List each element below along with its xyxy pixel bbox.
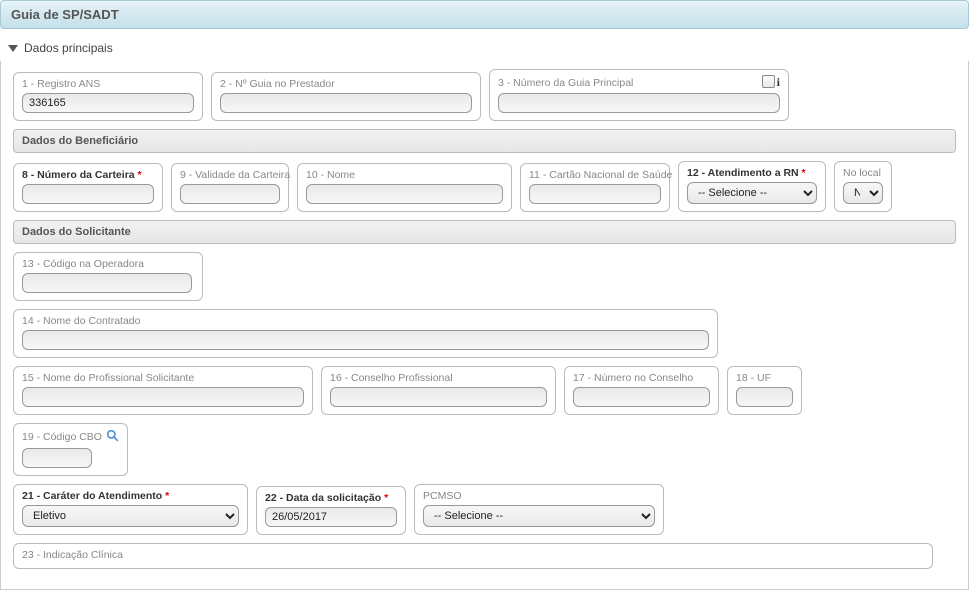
label-carater-atendimento: 21 - Caráter do Atendimento * bbox=[22, 490, 239, 502]
input-guia-prestador[interactable] bbox=[220, 93, 472, 113]
chevron-down-icon bbox=[8, 45, 18, 52]
input-numero-carteira[interactable] bbox=[22, 184, 154, 204]
select-atendimento-rn[interactable]: -- Selecione -- bbox=[687, 182, 817, 204]
input-nome[interactable] bbox=[306, 184, 503, 204]
label-validade-carteira: 9 - Validade da Carteira bbox=[180, 169, 280, 181]
label-uf: 18 - UF bbox=[736, 372, 793, 384]
input-numero-conselho[interactable] bbox=[573, 387, 710, 407]
input-codigo-operadora[interactable] bbox=[22, 273, 192, 293]
subsection-solicitante: Dados do Solicitante bbox=[13, 220, 956, 244]
input-codigo-cbo[interactable] bbox=[22, 448, 92, 468]
label-codigo-cbo: 19 - Código CBO bbox=[22, 431, 102, 443]
input-data-solicitacao[interactable] bbox=[265, 507, 397, 527]
label-conselho-profissional: 16 - Conselho Profissional bbox=[330, 372, 547, 384]
label-registro-ans: 1 - Registro ANS bbox=[22, 78, 194, 90]
section-toggle-dados-principais[interactable]: Dados principais bbox=[0, 35, 969, 61]
label-no-local: No local bbox=[843, 167, 883, 179]
label-data-solicitacao: 22 - Data da solicitação * bbox=[265, 492, 397, 504]
form-body: 1 - Registro ANS 2 - Nº Guia no Prestado… bbox=[0, 61, 969, 590]
section-title: Dados principais bbox=[24, 41, 113, 55]
input-validade-carteira[interactable] bbox=[180, 184, 280, 204]
label-indicacao-clinica: 23 - Indicação Clínica bbox=[22, 549, 924, 561]
select-pcmso[interactable]: -- Selecione -- bbox=[423, 505, 655, 527]
select-no-local[interactable]: Não bbox=[843, 182, 883, 204]
input-nome-contratado[interactable] bbox=[22, 330, 709, 350]
input-conselho-profissional[interactable] bbox=[330, 387, 547, 407]
checkbox-guia-principal[interactable] bbox=[762, 75, 775, 88]
subsection-beneficiario: Dados do Beneficiário bbox=[13, 129, 956, 153]
label-cartao-nacional: 11 - Cartão Nacional de Saúde bbox=[529, 169, 661, 181]
input-profissional-solicitante[interactable] bbox=[22, 387, 304, 407]
label-numero-carteira: 8 - Número da Carteira * bbox=[22, 169, 154, 181]
label-pcmso: PCMSO bbox=[423, 490, 655, 502]
label-guia-prestador: 2 - Nº Guia no Prestador bbox=[220, 78, 472, 90]
select-carater-atendimento[interactable]: Eletivo bbox=[22, 505, 239, 527]
info-icon[interactable]: i bbox=[777, 75, 780, 90]
input-guia-principal[interactable] bbox=[498, 93, 780, 113]
label-codigo-operadora: 13 - Código na Operadora bbox=[22, 258, 194, 270]
input-registro-ans[interactable] bbox=[22, 93, 194, 113]
label-nome: 10 - Nome bbox=[306, 169, 503, 181]
label-nome-contratado: 14 - Nome do Contratado bbox=[22, 315, 709, 327]
input-cartao-nacional[interactable] bbox=[529, 184, 661, 204]
search-icon[interactable] bbox=[106, 429, 119, 445]
label-guia-principal: 3 - Número da Guia Principal bbox=[498, 77, 633, 89]
label-profissional-solicitante: 15 - Nome do Profissional Solicitante bbox=[22, 372, 304, 384]
page-title: Guia de SP/SADT bbox=[0, 0, 969, 29]
input-uf[interactable] bbox=[736, 387, 793, 407]
label-atendimento-rn: 12 - Atendimento a RN * bbox=[687, 167, 817, 179]
label-numero-conselho: 17 - Número no Conselho bbox=[573, 372, 710, 384]
